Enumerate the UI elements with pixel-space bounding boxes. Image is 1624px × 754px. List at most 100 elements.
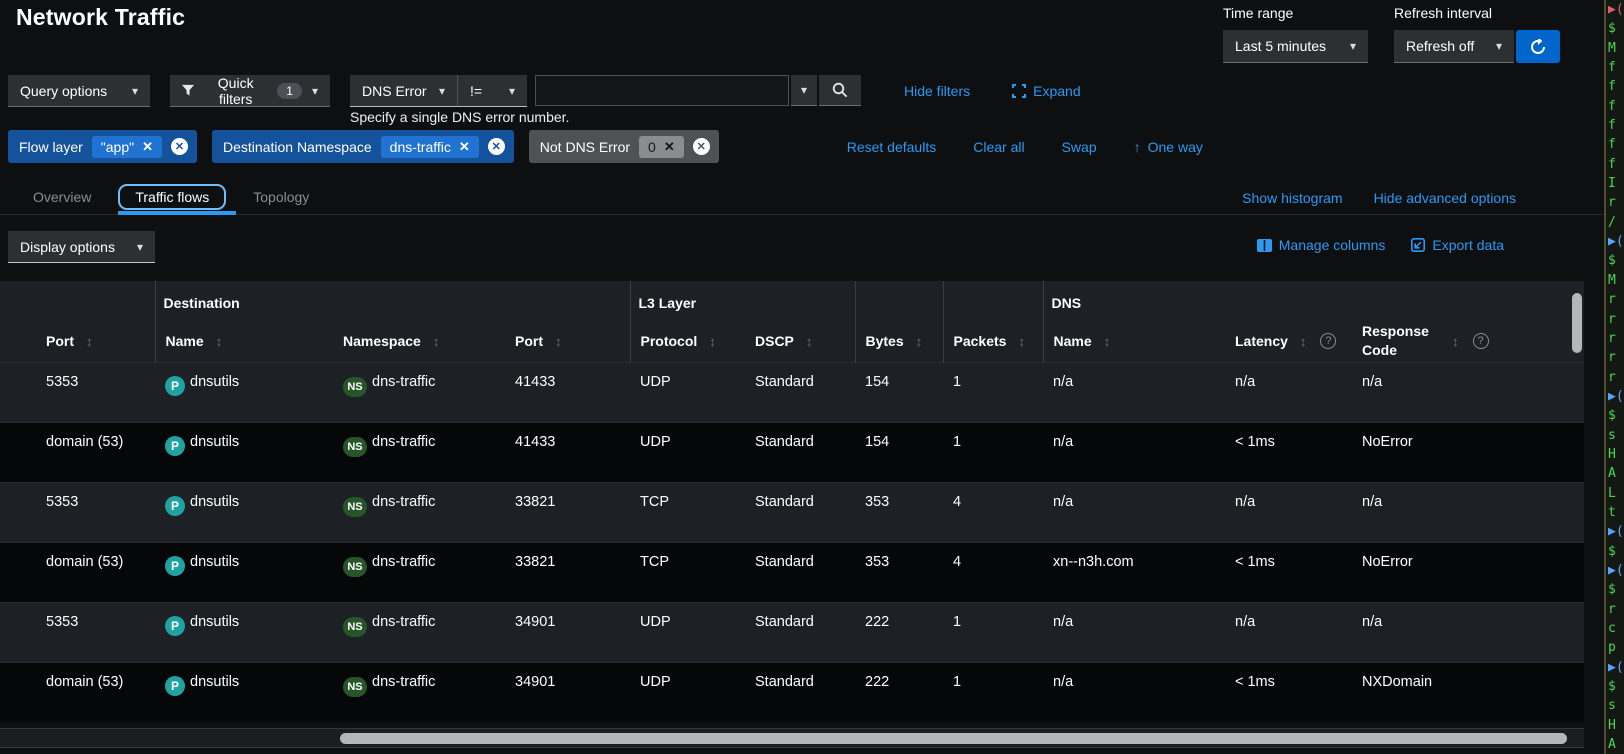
sort-icon[interactable]: ↕: [709, 334, 716, 349]
flow-row[interactable]: domain (53)PdnsutilsNSdns-traffic33821TC…: [0, 542, 1584, 602]
time-controls: Time range Last 5 minutes ▾ Refresh inte…: [1223, 5, 1560, 63]
pod-badge: P: [165, 616, 185, 636]
terminal-text-fragment: M: [1606, 271, 1624, 290]
column-header-dns_latency[interactable]: Latency ↕?: [1225, 321, 1352, 362]
cell-bytes: 353: [855, 542, 943, 602]
cell-dest_namespace: NSdns-traffic: [333, 662, 505, 722]
cell-dscp: Standard: [745, 482, 855, 542]
tab-traffic-flows[interactable]: Traffic flows: [118, 184, 226, 210]
tab-topology[interactable]: Topology: [236, 184, 326, 210]
sort-icon[interactable]: ↕: [86, 334, 93, 349]
column-header-packets[interactable]: Packets↕: [943, 321, 1043, 362]
search-button[interactable]: [819, 75, 861, 106]
page-title: Network Traffic: [16, 4, 185, 31]
sort-icon[interactable]: ↕: [1452, 334, 1459, 349]
show-histogram-link[interactable]: Show histogram: [1242, 190, 1342, 206]
filter-value-dropdown-button[interactable]: ▾: [791, 75, 817, 106]
search-icon: [832, 82, 848, 98]
terminal-text-fragment: /: [1606, 213, 1624, 232]
pod-badge: P: [165, 496, 185, 516]
one-way-link[interactable]: ↑ One way: [1134, 139, 1203, 155]
column-label: Latency: [1235, 333, 1288, 349]
refresh-button[interactable]: [1516, 30, 1560, 63]
tab-overview[interactable]: Overview: [16, 184, 108, 210]
export-data-link[interactable]: Export data: [1411, 237, 1504, 253]
flow-row[interactable]: domain (53)PdnsutilsNSdns-traffic34901UD…: [0, 662, 1584, 722]
help-icon[interactable]: ?: [1320, 333, 1336, 349]
horizontal-scrollbar[interactable]: [340, 733, 1567, 744]
filter-operator-select[interactable]: != ▾: [457, 75, 527, 106]
cell-dns_latency: n/a: [1225, 482, 1352, 542]
sort-icon[interactable]: ↕: [216, 334, 223, 349]
manage-columns-link[interactable]: Manage columns: [1257, 237, 1386, 253]
hide-filters-link[interactable]: Hide filters: [904, 83, 970, 99]
terminal-text-fragment: f: [1606, 135, 1624, 154]
flow-row[interactable]: 5353PdnsutilsNSdns-traffic33821TCPStanda…: [0, 482, 1584, 542]
cell-dest_name: Pdnsutils: [155, 662, 333, 722]
sort-icon[interactable]: ↕: [1104, 334, 1111, 349]
column-header-dest_port[interactable]: Port↕: [505, 321, 630, 362]
cell-protocol: UDP: [630, 422, 745, 482]
refresh-interval-select[interactable]: Refresh off ▾: [1394, 30, 1514, 63]
cell-dscp: Standard: [745, 662, 855, 722]
clear-all-link[interactable]: Clear all: [973, 139, 1024, 155]
remove-chip-icon[interactable]: ✕: [664, 139, 675, 155]
filter-value-input[interactable]: [535, 75, 789, 106]
column-label: Response Code: [1362, 322, 1440, 360]
column-header-dest_name[interactable]: Name↕: [155, 321, 333, 362]
sort-icon[interactable]: ↕: [1018, 334, 1025, 349]
cell-dest_port: 41433: [505, 362, 630, 422]
cell-dest_name: Pdnsutils: [155, 482, 333, 542]
cell-packets: 4: [943, 542, 1043, 602]
terminal-text-fragment: ▶(: [1606, 658, 1624, 677]
remove-chip-icon[interactable]: ✕: [142, 139, 153, 155]
hide-advanced-options-link[interactable]: Hide advanced options: [1374, 190, 1516, 206]
swap-link[interactable]: Swap: [1062, 139, 1097, 155]
filter-chip: "app" ✕: [92, 136, 162, 158]
column-group-header: L3 Layer: [630, 281, 855, 321]
filter-field-select[interactable]: DNS Error ▾: [350, 75, 457, 106]
sort-icon[interactable]: ↕: [1300, 334, 1307, 349]
cell-dns_latency: < 1ms: [1225, 422, 1352, 482]
column-header-dest_namespace[interactable]: Namespace↕: [333, 321, 505, 362]
cell-dns_latency: < 1ms: [1225, 542, 1352, 602]
column-header-protocol[interactable]: Protocol↕: [630, 321, 745, 362]
column-label: DSCP: [755, 333, 794, 349]
cell-bytes: 222: [855, 602, 943, 662]
time-range-select[interactable]: Last 5 minutes ▾: [1223, 30, 1368, 63]
cell-dns_name: n/a: [1043, 362, 1225, 422]
column-header-dns_name[interactable]: Name↕: [1043, 321, 1225, 362]
flow-row[interactable]: 5353PdnsutilsNSdns-traffic34901UDPStanda…: [0, 602, 1584, 662]
cell-dns_response_code: n/a: [1352, 482, 1584, 542]
sort-icon[interactable]: ↕: [555, 334, 562, 349]
sort-icon[interactable]: ↕: [916, 334, 923, 349]
column-header-bytes[interactable]: Bytes ↕: [855, 321, 943, 362]
terminal-text-fragment: $: [1606, 542, 1624, 561]
cell-dest_namespace: NSdns-traffic: [333, 362, 505, 422]
column-header-port[interactable]: Port↕: [0, 321, 155, 362]
remove-chip-group-icon[interactable]: ✕: [693, 138, 710, 155]
query-options-button[interactable]: Query options ▾: [8, 75, 150, 107]
remove-chip-group-icon[interactable]: ✕: [488, 138, 505, 155]
cell-protocol: UDP: [630, 602, 745, 662]
terminal-text-fragment: c: [1606, 619, 1624, 638]
column-label: Bytes: [866, 333, 904, 349]
cell-protocol: TCP: [630, 542, 745, 602]
expand-link[interactable]: Expand: [1012, 83, 1080, 99]
chevron-down-icon: ▾: [132, 84, 138, 98]
vertical-scrollbar[interactable]: [1572, 293, 1582, 353]
remove-chip-group-icon[interactable]: ✕: [171, 138, 188, 155]
column-header-dscp[interactable]: DSCP ↕: [745, 321, 855, 362]
remove-chip-icon[interactable]: ✕: [459, 139, 470, 155]
quick-filters-button[interactable]: Quick filters 1 ▾: [170, 75, 330, 107]
sort-icon[interactable]: ↕: [433, 334, 440, 349]
cell-packets: 4: [943, 482, 1043, 542]
filter-chip: 0 ✕: [639, 136, 684, 158]
display-options-button[interactable]: Display options ▾: [8, 231, 155, 263]
help-icon[interactable]: ?: [1473, 333, 1489, 349]
sort-icon[interactable]: ↕: [806, 334, 813, 349]
flow-row[interactable]: domain (53)PdnsutilsNSdns-traffic41433UD…: [0, 422, 1584, 482]
column-header-dns_response_code[interactable]: Response Code ↕?: [1352, 321, 1584, 362]
reset-defaults-link[interactable]: Reset defaults: [847, 139, 937, 155]
flow-row[interactable]: 5353PdnsutilsNSdns-traffic41433UDPStanda…: [0, 362, 1584, 422]
